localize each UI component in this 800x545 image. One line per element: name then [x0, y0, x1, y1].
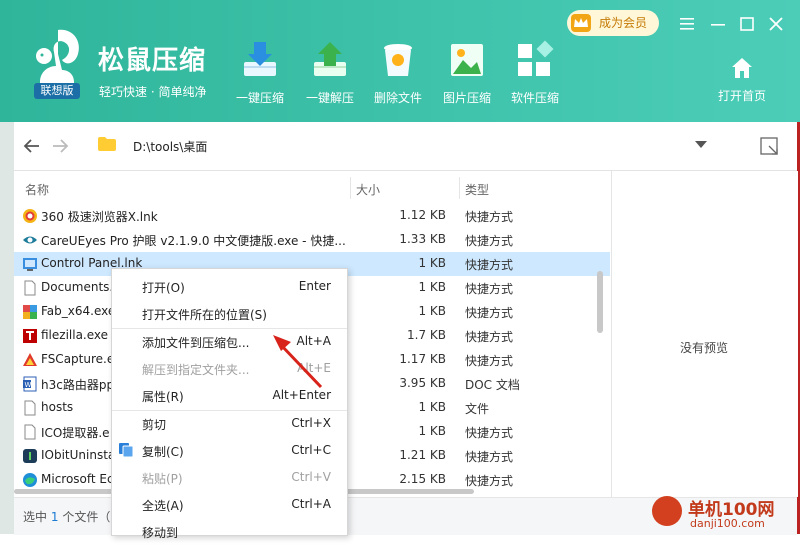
chevron-down-icon[interactable] — [695, 141, 707, 149]
file-icon — [24, 400, 36, 416]
image-compress-icon — [451, 44, 483, 76]
app-header: 联想版 松鼠压缩 轻巧快速 · 简单纯净 一键压缩 一键解压 删除文件 图片压缩… — [0, 0, 800, 122]
compress-icon — [244, 42, 276, 76]
filezilla-icon — [23, 329, 37, 343]
svg-text:W: W — [25, 381, 32, 389]
desktop-background — [0, 122, 14, 534]
control-panel-icon — [23, 258, 37, 271]
one-click-compress-button[interactable]: 一键压缩 — [225, 40, 295, 106]
software-compress-button[interactable]: 软件压缩 — [500, 40, 570, 106]
vertical-scrollbar[interactable] — [597, 271, 603, 333]
column-name[interactable]: 名称 — [25, 181, 49, 198]
copy-icon — [119, 443, 133, 457]
selected-count: 1 — [50, 510, 59, 524]
forward-arrow-icon[interactable] — [50, 136, 70, 156]
document-icon — [24, 280, 36, 296]
eye-icon — [23, 236, 37, 244]
crown-icon — [571, 14, 591, 32]
toggle-preview-icon[interactable] — [760, 137, 778, 155]
column-type[interactable]: 类型 — [465, 181, 489, 198]
file-row[interactable]: 360 极速浏览器X.lnk 1.12 KB 快捷方式 — [14, 204, 610, 228]
app-icon — [24, 424, 36, 440]
preview-panel: 没有预览 — [611, 171, 798, 497]
app-icon — [23, 305, 37, 319]
watermark-logo: 单机100网 danji100.com — [652, 494, 798, 534]
extract-icon — [314, 42, 346, 76]
image-compress-button[interactable]: 图片压缩 — [432, 40, 502, 106]
close-icon[interactable] — [766, 14, 786, 34]
status-suffix: 个文件（ — [62, 510, 111, 524]
home-icon — [732, 58, 752, 78]
iobit-icon — [23, 449, 37, 463]
delete-file-icon — [384, 44, 412, 76]
become-member-button[interactable]: 成为会员 — [567, 10, 659, 36]
menu-icon[interactable] — [677, 14, 697, 34]
path-input[interactable]: D:\tools\桌面 — [85, 131, 715, 159]
back-arrow-icon[interactable] — [22, 136, 42, 156]
menu-item-paste[interactable]: 粘贴(P) Ctrl+V — [112, 464, 347, 491]
maximize-icon[interactable] — [737, 14, 757, 34]
address-bar: D:\tools\桌面 — [14, 122, 797, 171]
folder-icon — [98, 137, 116, 151]
context-menu: 打开(O) Enter 打开文件所在的位置(S) 添加文件到压缩包... Alt… — [111, 268, 348, 540]
edition-badge: 联想版 — [34, 83, 80, 99]
menu-item-move-to[interactable]: 移动到 — [112, 518, 347, 545]
column-size[interactable]: 大小 — [356, 181, 380, 198]
menu-item-cut[interactable]: 剪切 Ctrl+X — [112, 410, 347, 437]
watermark-circle-icon — [652, 496, 682, 526]
app-slogan: 轻巧快速 · 简单纯净 — [99, 85, 207, 99]
menu-item-open[interactable]: 打开(O) Enter — [112, 273, 347, 300]
annotation-arrow-icon — [273, 335, 323, 389]
list-header: 名称 大小 类型 — [14, 171, 610, 205]
menu-item-select-all[interactable]: 全选(A) Ctrl+A — [112, 491, 347, 518]
browser-360-icon — [23, 209, 37, 223]
delete-file-button[interactable]: 删除文件 — [363, 40, 433, 106]
minimize-icon[interactable] — [708, 14, 728, 34]
one-click-extract-button[interactable]: 一键解压 — [295, 40, 365, 106]
software-compress-icon — [518, 40, 554, 76]
menu-item-copy[interactable]: 复制(C) Ctrl+C — [112, 437, 347, 464]
word-doc-icon: W — [23, 376, 37, 392]
app-title: 松鼠压缩 — [98, 46, 207, 76]
fscapture-icon — [23, 353, 37, 366]
open-home-button[interactable]: 打开首页 — [710, 56, 774, 104]
file-row[interactable]: CareUEyes Pro 护眼 v2.1.9.0 中文便捷版.exe - 快捷… — [14, 228, 610, 252]
menu-item-open-location[interactable]: 打开文件所在的位置(S) — [112, 300, 347, 327]
edge-icon — [23, 473, 37, 487]
no-preview-text: 没有预览 — [680, 341, 729, 355]
status-prefix: 选中 — [23, 510, 48, 524]
